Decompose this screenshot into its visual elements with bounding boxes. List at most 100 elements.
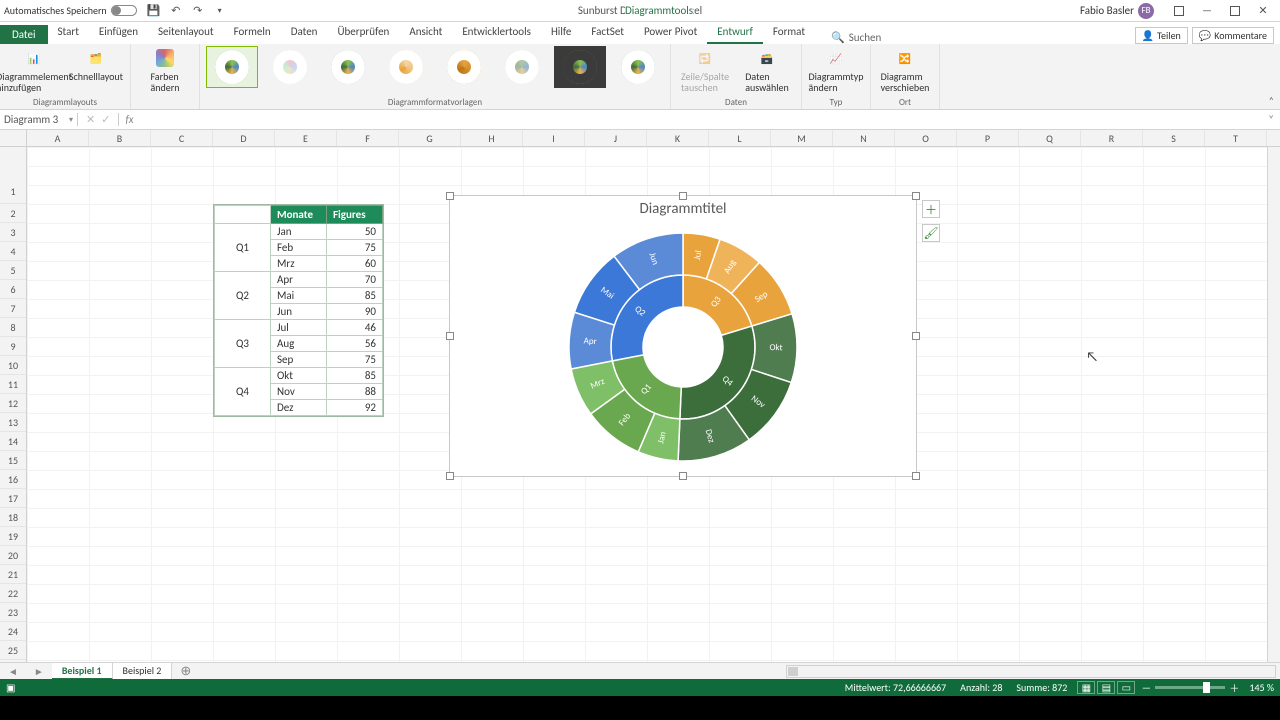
title-bar: Automatisches Speichern 💾 ↶ ↷ ▾ Sunburst… — [0, 0, 1280, 22]
resize-handle[interactable] — [446, 192, 454, 200]
data-table[interactable]: MonateFiguresQ1Jan50Feb75Mrz60Q2Apr70Mai… — [213, 204, 384, 417]
sheet-nav-next-icon[interactable]: ► — [26, 665, 52, 678]
chart-title[interactable]: Diagrammtitel — [450, 200, 916, 218]
tab-start[interactable]: Start — [48, 22, 89, 44]
search-box[interactable]: 🔍 Suchen — [831, 31, 881, 44]
add-chart-element-button[interactable]: 📊 Diagrammelement hinzufügen — [6, 46, 62, 93]
resize-handle[interactable] — [446, 472, 454, 480]
record-macro-icon[interactable]: ▣ — [6, 681, 15, 694]
quick-layout-icon: 🗂️ — [82, 46, 110, 70]
svg-text:Apr: Apr — [583, 336, 597, 348]
chart-style-3[interactable] — [322, 46, 374, 88]
confirm-icon[interactable]: ✓ — [101, 113, 110, 126]
chart-style-5[interactable] — [438, 46, 490, 88]
resize-handle[interactable] — [912, 472, 920, 480]
sheet-tab[interactable]: Beispiel 2 — [113, 663, 173, 680]
chart-style-8[interactable] — [612, 46, 664, 88]
svg-text:Jul: Jul — [692, 250, 704, 261]
chart-object[interactable]: Diagrammtitel Q3JulAugSepQ4OktNovDezQ1Ja… — [449, 195, 917, 477]
ribbon: 📊 Diagrammelement hinzufügen 🗂️ Schnelll… — [0, 44, 1280, 110]
chart-styles-gallery[interactable] — [206, 46, 664, 94]
close-icon[interactable]: ✕ — [1250, 3, 1276, 19]
chart-style-2[interactable] — [264, 46, 316, 88]
zoom-slider[interactable]: －＋ 145 % — [1141, 680, 1274, 695]
sheet-nav-prev-icon[interactable]: ◄ — [0, 665, 26, 678]
quick-layout-button[interactable]: 🗂️ Schnelllayout — [68, 46, 124, 82]
name-box[interactable]: Diagramm 3▾ — [0, 113, 78, 126]
view-page-layout-icon[interactable]: ▤ — [1097, 681, 1115, 694]
chart-style-7[interactable] — [554, 46, 606, 88]
maximize-icon[interactable] — [1222, 3, 1248, 19]
tab-entwicklertools[interactable]: Entwicklertools — [452, 22, 541, 44]
tab-factset[interactable]: FactSet — [581, 22, 634, 44]
autosave-toggle[interactable]: Automatisches Speichern — [4, 4, 137, 17]
worksheet-grid[interactable]: MonateFiguresQ1Jan50Feb75Mrz60Q2Apr70Mai… — [27, 147, 1280, 662]
cancel-icon[interactable]: ✕ — [86, 113, 95, 126]
select-all-corner[interactable] — [0, 130, 27, 146]
chart-style-6[interactable] — [496, 46, 548, 88]
color-wheel-icon — [156, 49, 174, 67]
tab-format[interactable]: Format — [763, 22, 815, 44]
tab-file[interactable]: Datei — [0, 25, 48, 44]
switch-icon: 🔁 — [691, 46, 719, 70]
status-bar: ▣ Mittelwert: 72,66666667 Anzahl: 28 Sum… — [0, 679, 1280, 696]
switch-row-col-button: 🔁 Zeile/Spalte tauschen — [677, 46, 733, 93]
ribbon-mode-icon[interactable] — [1166, 3, 1192, 19]
change-chart-type-button[interactable]: 📈 Diagrammtyp ändern — [808, 46, 864, 93]
search-icon: 🔍 — [831, 31, 845, 44]
resize-handle[interactable] — [679, 472, 687, 480]
tab-power pivot[interactable]: Power Pivot — [634, 22, 707, 44]
tab-ansicht[interactable]: Ansicht — [399, 22, 452, 44]
resize-handle[interactable] — [912, 192, 920, 200]
view-page-break-icon[interactable]: ▭ — [1117, 681, 1135, 694]
chart-type-icon: 📈 — [822, 46, 850, 70]
tab-formeln[interactable]: Formeln — [224, 22, 281, 44]
group-label: Ort — [877, 97, 933, 108]
move-chart-button[interactable]: 🔀 Diagramm verschieben — [877, 46, 933, 93]
share-button[interactable]: 👤Teilen — [1135, 27, 1188, 44]
zoom-level[interactable]: 145 % — [1249, 681, 1274, 694]
account-button[interactable]: Fabio Basler FB — [1080, 3, 1154, 19]
change-colors-button[interactable]: Farben ändern — [137, 46, 193, 93]
add-sheet-button[interactable]: ⊕ — [172, 664, 199, 679]
sunburst-chart[interactable]: Q3JulAugSepQ4OktNovDezQ1JanFebMrzQ2AprMa… — [567, 231, 799, 463]
undo-icon[interactable]: ↶ — [169, 4, 183, 18]
tab-einfügen[interactable]: Einfügen — [89, 22, 148, 44]
save-icon[interactable]: 💾 — [147, 4, 161, 18]
select-data-button[interactable]: 🗃️ Daten auswählen — [739, 46, 795, 93]
vertical-scrollbar[interactable] — [1267, 147, 1280, 662]
group-label: Typ — [808, 97, 864, 108]
formula-bar: Diagramm 3▾ ✕ ✓ fx ˅ — [0, 110, 1280, 130]
tab-überprüfen[interactable]: Überprüfen — [327, 22, 399, 44]
view-normal-icon[interactable]: ▦ — [1077, 681, 1095, 694]
fx-icon[interactable]: fx — [119, 113, 139, 126]
resize-handle[interactable] — [679, 192, 687, 200]
chart-style-4[interactable] — [380, 46, 432, 88]
chart-elements-button[interactable]: ＋ — [922, 200, 940, 218]
select-data-icon: 🗃️ — [753, 46, 781, 70]
contextual-tab-label: Diagrammtools — [625, 4, 693, 17]
add-element-icon: 📊 — [20, 46, 48, 70]
tab-seitenlayout[interactable]: Seitenlayout — [148, 22, 224, 44]
horizontal-scrollbar[interactable] — [786, 665, 1276, 678]
resize-handle[interactable] — [446, 332, 454, 340]
column-headers[interactable]: ABCDEFGHIJKLMNOPQRST — [0, 130, 1280, 147]
group-label: Diagrammformatvorlagen — [206, 97, 664, 108]
tab-daten[interactable]: Daten — [281, 22, 328, 44]
group-label: Diagrammlayouts — [6, 97, 124, 108]
qat-dropdown-icon[interactable]: ▾ — [213, 4, 227, 18]
collapse-ribbon-icon[interactable]: ˄ — [1269, 94, 1274, 107]
tab-entwurf[interactable]: Entwurf — [707, 22, 763, 44]
comments-button[interactable]: 💬Kommentare — [1192, 27, 1274, 44]
chart-style-1[interactable] — [206, 46, 258, 88]
expand-formula-bar-icon[interactable]: ˅ — [1262, 113, 1280, 126]
sheet-tab[interactable]: Beispiel 1 — [52, 663, 113, 680]
resize-handle[interactable] — [912, 332, 920, 340]
ribbon-tabs: Datei StartEinfügenSeitenlayoutFormelnDa… — [0, 22, 1280, 44]
chart-styles-button[interactable]: 🖌 — [922, 224, 940, 242]
redo-icon[interactable]: ↷ — [191, 4, 205, 18]
move-chart-icon: 🔀 — [891, 46, 919, 70]
row-headers[interactable]: 1234567891011121314151617181920212223242… — [0, 147, 27, 662]
minimize-icon[interactable]: — — [1194, 3, 1220, 19]
tab-hilfe[interactable]: Hilfe — [541, 22, 581, 44]
